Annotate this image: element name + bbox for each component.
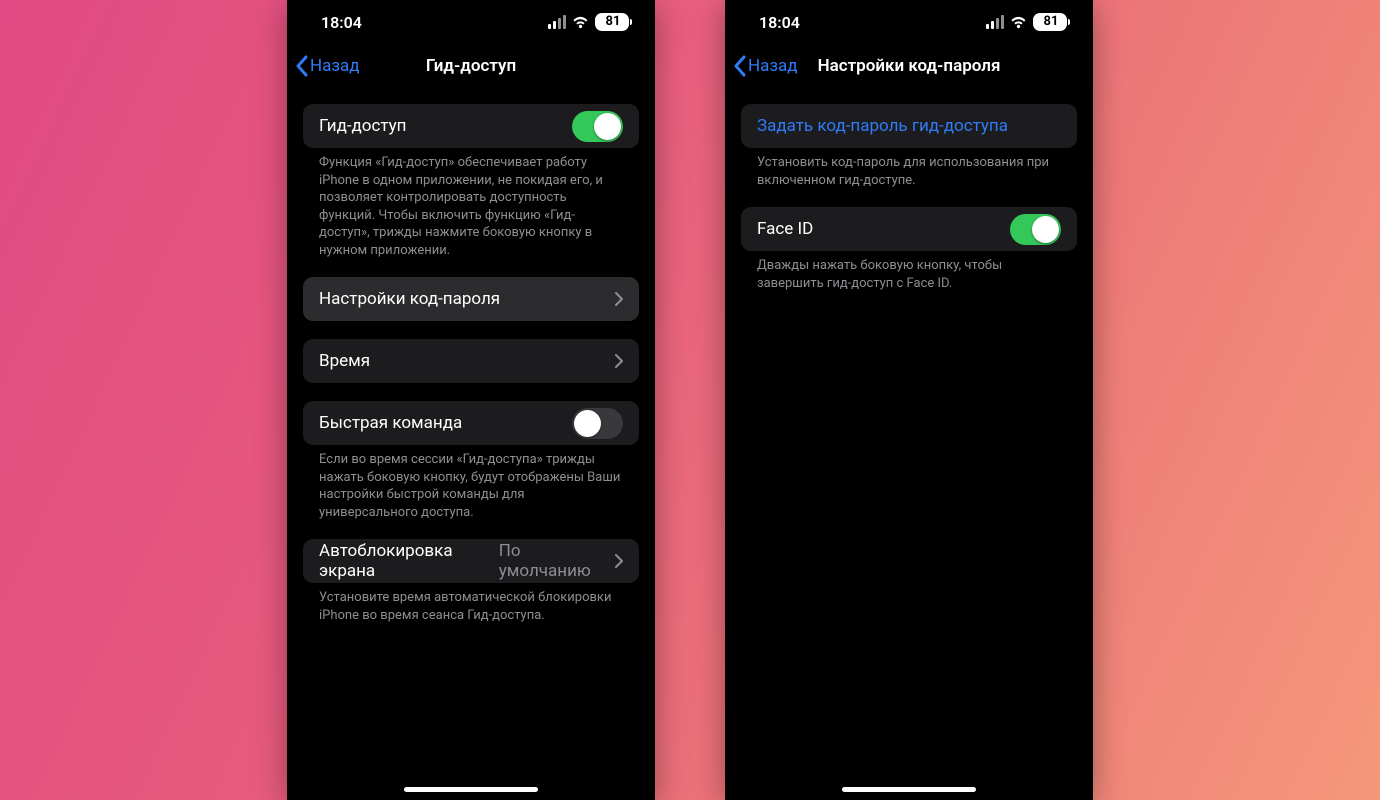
battery-icon: 81 <box>595 13 629 31</box>
back-button[interactable]: Назад <box>733 55 798 77</box>
back-label: Назад <box>310 56 360 76</box>
home-indicator[interactable] <box>404 787 538 792</box>
autolock-value: По умолчанию <box>499 541 607 581</box>
cellular-icon <box>548 15 566 29</box>
guided-access-switch[interactable] <box>572 111 623 142</box>
faceid-label: Face ID <box>757 219 813 239</box>
phone-screen-passcode-settings: 18:04 81 Назад Настройки код-пароля <box>725 0 1093 800</box>
nav-bar: Назад Настройки код-пароля <box>725 44 1093 88</box>
back-button[interactable]: Назад <box>295 55 360 77</box>
home-indicator[interactable] <box>842 787 976 792</box>
set-passcode-label: Задать код-пароль гид-доступа <box>757 116 1008 136</box>
battery-icon: 81 <box>1033 13 1067 31</box>
time-limits-row[interactable]: Время <box>303 339 639 383</box>
page-title: Гид-доступ <box>426 56 516 76</box>
time-limits-label: Время <box>319 351 370 371</box>
status-icons: 81 <box>548 13 629 31</box>
accessibility-shortcut-label: Быстрая команда <box>319 413 462 433</box>
guided-access-label: Гид-доступ <box>319 116 407 136</box>
set-passcode-footer: Установить код-пароль для использования … <box>741 148 1077 189</box>
chevron-right-icon <box>615 554 623 568</box>
autolock-label: Автоблокировка экрана <box>319 541 499 581</box>
cellular-icon <box>986 15 1004 29</box>
back-label: Назад <box>748 56 798 76</box>
status-time: 18:04 <box>321 13 362 32</box>
status-bar: 18:04 81 <box>287 0 655 44</box>
status-bar: 18:04 81 <box>725 0 1093 44</box>
accessibility-shortcut-footer: Если во время сессии «Гид-доступа» трижд… <box>303 445 639 521</box>
status-icons: 81 <box>986 13 1067 31</box>
chevron-right-icon <box>615 292 623 306</box>
status-time: 18:04 <box>759 13 800 32</box>
faceid-row[interactable]: Face ID <box>741 207 1077 251</box>
chevron-right-icon <box>615 354 623 368</box>
autolock-footer: Установите время автоматической блокиров… <box>303 583 639 624</box>
wifi-icon <box>1010 16 1027 29</box>
phone-screen-guided-access: 18:04 81 Назад Гид-доступ <box>287 0 655 800</box>
chevron-left-icon <box>295 55 308 77</box>
faceid-switch[interactable] <box>1010 214 1061 245</box>
passcode-settings-label: Настройки код-пароля <box>319 289 500 309</box>
accessibility-shortcut-switch[interactable] <box>572 408 623 439</box>
autolock-row[interactable]: Автоблокировка экрана По умолчанию <box>303 539 639 583</box>
set-passcode-row[interactable]: Задать код-пароль гид-доступа <box>741 104 1077 148</box>
chevron-left-icon <box>733 55 746 77</box>
page-title: Настройки код-пароля <box>818 56 1001 76</box>
guided-access-footer: Функция «Гид-доступ» обеспечивает работу… <box>303 148 639 259</box>
wifi-icon <box>572 16 589 29</box>
accessibility-shortcut-row[interactable]: Быстрая команда <box>303 401 639 445</box>
nav-bar: Назад Гид-доступ <box>287 44 655 88</box>
guided-access-toggle-row[interactable]: Гид-доступ <box>303 104 639 148</box>
passcode-settings-row[interactable]: Настройки код-пароля <box>303 277 639 321</box>
faceid-footer: Дважды нажать боковую кнопку, чтобы заве… <box>741 251 1077 292</box>
